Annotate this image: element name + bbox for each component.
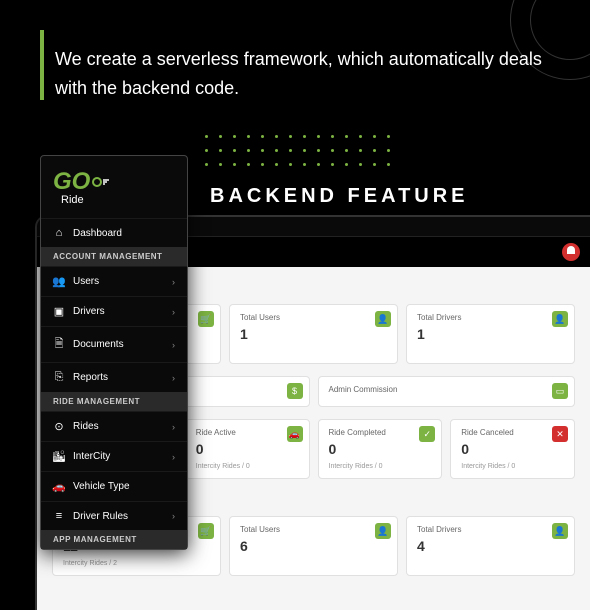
logo-main: GO bbox=[53, 168, 112, 196]
card-label: Admin Commission bbox=[329, 385, 565, 394]
nav-item-documents[interactable]: 🗎 Documents › bbox=[41, 326, 187, 362]
quote-text: We create a serverless framework, which … bbox=[55, 45, 560, 103]
card-value: 6 bbox=[240, 538, 387, 554]
card-label: Total Drivers bbox=[417, 525, 564, 534]
nav-section-header: ACCOUNT MANAGEMENT bbox=[41, 247, 187, 266]
car-icon: 🚗 bbox=[287, 426, 303, 442]
nav-label: Driver Rules bbox=[73, 511, 128, 522]
reports-icon: ⎘ bbox=[53, 371, 65, 384]
chevron-right-icon: › bbox=[172, 422, 175, 432]
cart-icon: 🛒 bbox=[198, 311, 214, 327]
card-value: 4 bbox=[417, 538, 564, 554]
rules-icon: ≡ bbox=[53, 510, 65, 522]
card-label: Ride Canceled bbox=[461, 428, 564, 437]
money-icon: $ bbox=[287, 383, 303, 399]
nav-item-intercity[interactable]: 🏙 InterCity › bbox=[41, 441, 187, 471]
card-value: 1 bbox=[417, 326, 564, 342]
user-icon: 👤 bbox=[552, 311, 568, 327]
chevron-right-icon: › bbox=[172, 277, 175, 287]
nav-item-vehicle-type[interactable]: 🚗 Vehicle Type bbox=[41, 471, 187, 501]
stat-card: Total Users 6👤 bbox=[229, 516, 398, 576]
card-subtext: Intercity Rides / 0 bbox=[196, 463, 299, 470]
card-label: Total Users bbox=[240, 313, 387, 322]
chevron-right-icon: › bbox=[172, 307, 175, 317]
logo-sub: Ride bbox=[61, 194, 84, 206]
nav-item-users[interactable]: 👥 Users › bbox=[41, 266, 187, 296]
nav-label: InterCity bbox=[73, 451, 110, 462]
users-icon: 👥 bbox=[53, 275, 65, 288]
user-icon: 👤 bbox=[375, 311, 391, 327]
chevron-right-icon: › bbox=[172, 373, 175, 383]
chevron-right-icon: › bbox=[172, 452, 175, 462]
stat-card: Admin Commission▭ bbox=[318, 376, 576, 407]
nav-dashboard[interactable]: ⌂Dashboard bbox=[41, 218, 187, 247]
card-label: Ride Completed bbox=[329, 428, 432, 437]
quote-accent-bar bbox=[40, 30, 44, 100]
stat-card: Total Drivers 4👤 bbox=[406, 516, 575, 576]
chevron-right-icon: › bbox=[172, 340, 175, 350]
stat-card: Ride Completed 0 Intercity Rides / 0 ✓ bbox=[318, 419, 443, 479]
card-icon: ▭ bbox=[552, 383, 568, 399]
nav-label: Reports bbox=[73, 372, 108, 383]
card-value: 0 bbox=[329, 441, 432, 457]
vehicle-icon: 🚗 bbox=[53, 480, 65, 493]
nav-item-drivers[interactable]: ▣ Drivers › bbox=[41, 296, 187, 326]
card-subtext: Intercity Rides / 0 bbox=[461, 463, 564, 470]
logo: GO Ride bbox=[41, 156, 187, 218]
card-value: 1 bbox=[240, 326, 387, 342]
check-icon: ✓ bbox=[419, 426, 435, 442]
drivers-icon: ▣ bbox=[53, 305, 65, 318]
stat-card: Ride Canceled 0 Intercity Rides / 0 ✕ bbox=[450, 419, 575, 479]
user-icon: 👤 bbox=[375, 523, 391, 539]
rides-icon: ⊙ bbox=[53, 420, 65, 433]
nav-label: Users bbox=[73, 276, 99, 287]
section-heading: BACKEND FEATURE bbox=[210, 185, 469, 208]
nav-section-header: RIDE MANAGEMENT bbox=[41, 392, 187, 411]
nav-label: Vehicle Type bbox=[73, 481, 130, 492]
intercity-icon: 🏙 bbox=[53, 450, 65, 463]
nav-label: Drivers bbox=[73, 306, 105, 317]
decorative-dots bbox=[205, 135, 395, 171]
card-label: Ride Active bbox=[196, 428, 299, 437]
cart-icon: 🛒 bbox=[198, 523, 214, 539]
card-label: Total Drivers bbox=[417, 313, 564, 322]
chevron-right-icon: › bbox=[172, 511, 175, 521]
user-icon: 👤 bbox=[552, 523, 568, 539]
x-icon: ✕ bbox=[552, 426, 568, 442]
documents-icon: 🗎 bbox=[53, 335, 65, 354]
nav-item-rides[interactable]: ⊙ Rides › bbox=[41, 411, 187, 441]
nav-label: Rides bbox=[73, 421, 99, 432]
nav-label: Documents bbox=[73, 339, 124, 350]
card-subtext: Intercity Rides / 2 bbox=[63, 560, 210, 567]
nav-item-driver-rules[interactable]: ≡ Driver Rules › bbox=[41, 501, 187, 530]
card-label: Total Users bbox=[240, 525, 387, 534]
user-avatar[interactable] bbox=[562, 243, 580, 261]
card-subtext: Intercity Rides / 0 bbox=[329, 463, 432, 470]
stat-card: Ride Active 0 Intercity Rides / 0 🚗 bbox=[185, 419, 310, 479]
home-icon: ⌂ bbox=[53, 227, 65, 239]
nav-section-header: APP MANAGEMENT bbox=[41, 530, 187, 549]
stat-card: Total Users 1👤 bbox=[229, 304, 398, 364]
stat-card: Total Drivers 1👤 bbox=[406, 304, 575, 364]
card-value: 0 bbox=[196, 441, 299, 457]
nav-item-reports[interactable]: ⎘ Reports › bbox=[41, 362, 187, 392]
sidebar-nav: GO Ride ⌂Dashboard ACCOUNT MANAGEMENT 👥 Us… bbox=[40, 155, 188, 550]
card-value: 0 bbox=[461, 441, 564, 457]
